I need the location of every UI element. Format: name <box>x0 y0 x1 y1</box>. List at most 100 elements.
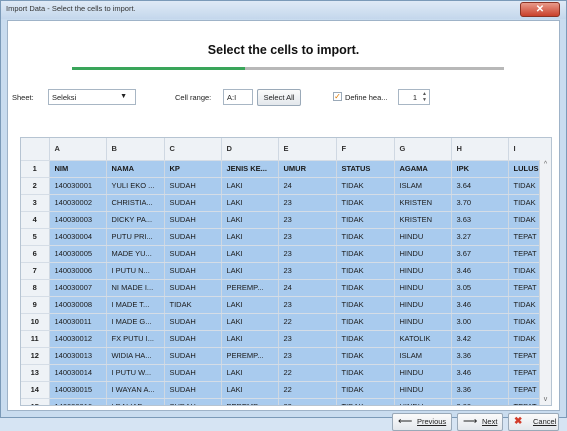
table-cell[interactable]: 140030013 <box>49 347 107 365</box>
table-row[interactable]: 11 140030012 FX PUTU I... SUDAH LAKI 23 TIDAK K… <box>21 330 551 348</box>
table-cell[interactable]: 22 <box>278 364 337 382</box>
table-cell[interactable]: HINDU <box>394 296 452 314</box>
table-row[interactable]: 9 140030008 I MADE T... TIDAK LAKI 23 TIDAK HIN… <box>21 296 551 314</box>
table-row[interactable]: 6 140030005 MADE YU... SUDAH LAKI 23 TIDAK HIND… <box>21 245 551 263</box>
table-cell[interactable]: LAKI <box>221 330 279 348</box>
table-cell[interactable]: 140030003 <box>49 211 107 229</box>
table-cell[interactable]: LAKI <box>221 296 279 314</box>
table-cell[interactable]: 23 <box>278 194 337 212</box>
table-cell[interactable]: PEREMP... <box>221 347 279 365</box>
table-cell[interactable]: TIDAK <box>336 313 395 331</box>
title-bar[interactable]: Import Data - Select the cells to import… <box>1 1 566 19</box>
table-cell[interactable]: HINDU <box>394 398 452 405</box>
column-header[interactable]: B <box>106 138 165 161</box>
row-number[interactable]: 7 <box>21 262 50 280</box>
table-cell[interactable]: SUDAH <box>164 313 222 331</box>
scroll-down-icon[interactable]: v <box>540 395 551 405</box>
row-number[interactable]: 9 <box>21 296 50 314</box>
table-cell[interactable]: 140030005 <box>49 245 107 263</box>
table-cell[interactable]: AGAMA <box>394 160 452 178</box>
table-cell[interactable]: NI MADE I... <box>106 279 165 297</box>
table-cell[interactable]: SUDAH <box>164 381 222 399</box>
table-cell[interactable]: CHRISTIA... <box>106 194 165 212</box>
table-cell[interactable]: TIDAK <box>336 347 395 365</box>
table-cell[interactable]: 23 <box>278 296 337 314</box>
table-cell[interactable]: TIDAK <box>336 398 395 405</box>
table-cell[interactable]: 23 <box>278 228 337 246</box>
table-cell[interactable]: I MADE G... <box>106 313 165 331</box>
table-cell[interactable]: 22 <box>278 313 337 331</box>
table-cell[interactable]: HINDU <box>394 381 452 399</box>
cancel-button[interactable]: ✖ Cancel <box>508 413 559 431</box>
table-cell[interactable]: I DALIAD... <box>106 398 165 405</box>
table-cell[interactable]: 140030006 <box>49 262 107 280</box>
close-button[interactable]: ✕ <box>520 2 560 17</box>
table-cell[interactable]: STATUS <box>336 160 395 178</box>
column-header[interactable]: E <box>278 138 337 161</box>
scroll-up-icon[interactable]: ^ <box>540 160 551 170</box>
row-number[interactable]: 3 <box>21 194 50 212</box>
table-cell[interactable]: 3.46 <box>451 296 509 314</box>
table-cell[interactable]: LAKI <box>221 211 279 229</box>
table-cell[interactable]: 23 <box>278 330 337 348</box>
table-cell[interactable]: SUDAH <box>164 228 222 246</box>
column-header[interactable]: D <box>221 138 279 161</box>
row-number[interactable]: 2 <box>21 177 50 195</box>
column-header[interactable]: H <box>451 138 509 161</box>
table-cell[interactable]: SUDAH <box>164 245 222 263</box>
table-cell[interactable]: 3.00 <box>451 398 509 405</box>
table-cell[interactable]: 140030008 <box>49 296 107 314</box>
table-cell[interactable]: LAKI <box>221 262 279 280</box>
row-number[interactable]: 6 <box>21 245 50 263</box>
row-number[interactable]: 11 <box>21 330 50 348</box>
cell-range-input[interactable]: A:I <box>223 89 253 105</box>
previous-button[interactable]: ⟵ Previous <box>392 413 452 431</box>
preview-grid[interactable]: ABCDEFGHI 1 NIM NAMA KP JENIS KE... UMUR STATU… <box>20 137 552 406</box>
table-cell[interactable]: PEREMP... <box>221 279 279 297</box>
table-cell[interactable]: PUTU PRI... <box>106 228 165 246</box>
row-number[interactable]: 5 <box>21 228 50 246</box>
table-row[interactable]: 10 140030011 I MADE G... SUDAH LAKI 22 TIDAK HI… <box>21 313 551 331</box>
table-cell[interactable]: MADE YU... <box>106 245 165 263</box>
table-cell[interactable]: 22 <box>278 398 337 405</box>
header-row-spinner[interactable]: 1 ▲ ▼ <box>398 89 430 105</box>
table-cell[interactable]: SUDAH <box>164 177 222 195</box>
table-row[interactable]: 4 140030003 DICKY PA... SUDAH LAKI 23 TIDAK KRI… <box>21 211 551 229</box>
column-header[interactable]: A <box>49 138 107 161</box>
table-row[interactable]: 8 140030007 NI MADE I... SUDAH PEREMP... 24 TI… <box>21 279 551 297</box>
table-cell[interactable]: JENIS KE... <box>221 160 279 178</box>
row-number[interactable]: 15 <box>21 398 50 405</box>
table-cell[interactable]: HINDU <box>394 364 452 382</box>
table-cell[interactable]: TIDAK <box>336 330 395 348</box>
table-cell[interactable]: KATOLIK <box>394 330 452 348</box>
table-cell[interactable]: FX PUTU I... <box>106 330 165 348</box>
row-number[interactable]: 8 <box>21 279 50 297</box>
table-cell[interactable]: TIDAK <box>336 177 395 195</box>
table-cell[interactable]: NAMA <box>106 160 165 178</box>
table-row[interactable]: 12 140030013 WIDIA HA... SUDAH PEREMP... 23 TI… <box>21 347 551 365</box>
table-row[interactable]: 13 140030014 I PUTU W... SUDAH LAKI 22 TIDAK HI… <box>21 364 551 382</box>
table-cell[interactable]: 140030016 <box>49 398 107 405</box>
table-cell[interactable]: WIDIA HA... <box>106 347 165 365</box>
table-row[interactable]: 5 140030004 PUTU PRI... SUDAH LAKI 23 TIDAK HIN… <box>21 228 551 246</box>
table-cell[interactable]: 23 <box>278 347 337 365</box>
table-cell[interactable]: 3.67 <box>451 245 509 263</box>
column-header[interactable]: F <box>336 138 395 161</box>
table-cell[interactable]: SUDAH <box>164 347 222 365</box>
table-cell[interactable]: 23 <box>278 211 337 229</box>
table-cell[interactable]: UMUR <box>278 160 337 178</box>
table-cell[interactable]: TIDAK <box>336 194 395 212</box>
table-cell[interactable]: I MADE T... <box>106 296 165 314</box>
row-number[interactable]: 14 <box>21 381 50 399</box>
vertical-scrollbar[interactable]: ^ v <box>539 160 551 405</box>
table-cell[interactable]: LAKI <box>221 381 279 399</box>
table-cell[interactable]: 140030012 <box>49 330 107 348</box>
column-header[interactable]: G <box>394 138 452 161</box>
table-cell[interactable]: TIDAK <box>164 296 222 314</box>
table-cell[interactable]: HINDU <box>394 228 452 246</box>
table-cell[interactable]: ISLAM <box>394 177 452 195</box>
table-cell[interactable]: HINDU <box>394 313 452 331</box>
table-cell[interactable]: 3.27 <box>451 228 509 246</box>
table-cell[interactable]: 23 <box>278 262 337 280</box>
table-cell[interactable]: I PUTU N... <box>106 262 165 280</box>
